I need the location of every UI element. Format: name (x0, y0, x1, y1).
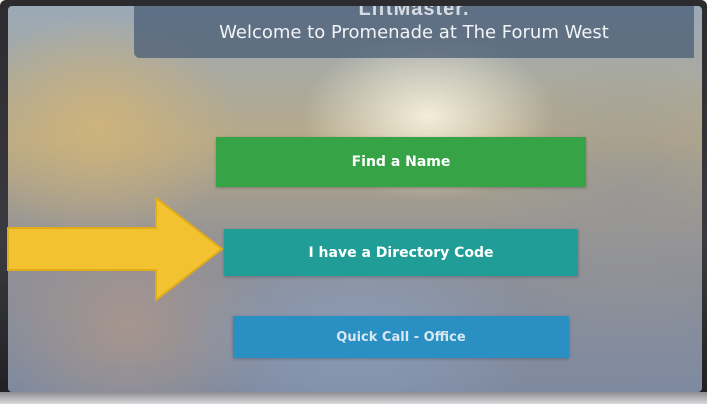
quick-call-office-button[interactable]: Quick Call - Office (233, 316, 569, 358)
find-a-name-label: Find a Name (351, 154, 451, 170)
welcome-message: Welcome to Promenade at The Forum West (219, 22, 609, 43)
directory-code-label: I have a Directory Code (308, 244, 494, 261)
title-bar: LiftMaster. Welcome to Promenade at The … (134, 6, 694, 58)
quick-call-office-label: Quick Call - Office (336, 329, 466, 345)
brand-logo-text: LiftMaster. (358, 6, 470, 20)
find-a-name-button[interactable]: Find a Name (216, 137, 586, 187)
arrow-right-icon (7, 196, 224, 302)
directory-code-button[interactable]: I have a Directory Code (224, 229, 578, 276)
bezel-bottom-edge (0, 392, 707, 404)
